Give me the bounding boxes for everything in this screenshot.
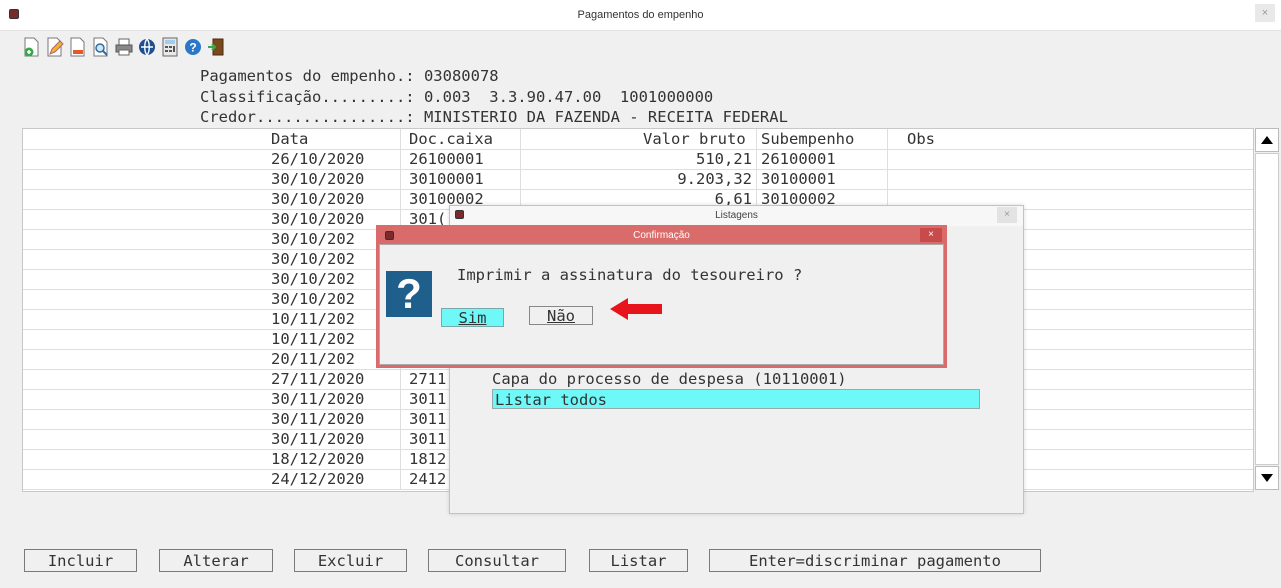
confirmation-close-button[interactable]: ×: [920, 228, 942, 242]
cell-data: 30/10/202: [271, 250, 355, 268]
consultar-button[interactable]: Consultar: [428, 549, 566, 572]
scroll-down-arrow-icon[interactable]: [1255, 466, 1279, 490]
confirmation-question: Imprimir a assinatura do tesoureiro ?: [457, 266, 803, 284]
excluir-label: Excluir: [317, 552, 384, 570]
cell-data: 20/11/202: [271, 350, 355, 368]
empenho-value: 03080078: [423, 67, 499, 85]
yes-button-label: Sim: [458, 309, 487, 327]
classificacao-line: Classificação.........: 0.003 3.3.90.47.…: [200, 88, 713, 106]
cell-valor-bruto: 510,21: [696, 150, 752, 168]
cell-data: 30/10/2020: [271, 210, 365, 228]
no-button-label: Não: [547, 307, 575, 325]
cell-doc-caixa: 2412: [409, 470, 447, 488]
toolbar: ?: [22, 36, 226, 62]
column-header-obs: Obs: [907, 130, 935, 148]
cell-doc-caixa: 3011: [409, 410, 447, 428]
table-row[interactable]: 26/10/2020 26100001 510,21 26100001: [23, 149, 1253, 170]
consultar-label: Consultar: [455, 552, 539, 570]
cell-doc-caixa: 3011: [409, 390, 447, 408]
column-header-doc-caixa: Doc.caixa: [409, 130, 493, 148]
confirmation-title-bar: Confirmação ×: [379, 228, 944, 244]
cell-data: 30/11/2020: [271, 430, 365, 448]
search-document-icon[interactable]: [91, 36, 111, 58]
vertical-scrollbar[interactable]: [1254, 128, 1280, 490]
help-icon[interactable]: ?: [183, 36, 203, 58]
scroll-up-arrow-icon[interactable]: [1255, 128, 1279, 152]
cell-data: 30/10/202: [271, 270, 355, 288]
excluir-button[interactable]: Excluir: [294, 549, 407, 572]
listagens-item-capa[interactable]: Capa do processo de despesa (10110001): [492, 369, 847, 389]
globe-icon[interactable]: [137, 36, 157, 58]
cell-data: 18/12/2020: [271, 450, 365, 468]
edit-document-icon[interactable]: [45, 36, 65, 58]
exit-door-icon[interactable]: [206, 36, 226, 58]
window-title-bar: Pagamentos do empenho ×: [0, 0, 1281, 31]
window-title: Pagamentos do empenho: [577, 9, 704, 21]
svg-text:?: ?: [189, 41, 196, 55]
scroll-track[interactable]: [1255, 153, 1279, 465]
cell-data: 30/10/202: [271, 290, 355, 308]
classificacao-label: Classificação.........:: [200, 88, 424, 106]
cell-data: 30/11/2020: [271, 410, 365, 428]
yes-button[interactable]: Sim: [441, 308, 504, 327]
empenho-line: Pagamentos do empenho.: 03080078: [200, 67, 499, 85]
cell-subempenho: 26100001: [761, 150, 836, 168]
listar-label: Listar: [610, 552, 667, 570]
column-header-data: Data: [271, 130, 309, 148]
add-document-icon[interactable]: [22, 36, 42, 58]
cell-data: 30/10/2020: [271, 170, 365, 188]
alterar-label: Alterar: [183, 552, 249, 570]
discriminar-label: Enter=discriminar pagamento: [749, 552, 1001, 570]
empenho-label: Pagamentos do empenho.:: [200, 67, 424, 85]
discriminar-pagamento-button[interactable]: Enter=discriminar pagamento: [709, 549, 1041, 572]
table-row[interactable]: 30/10/2020 30100001 9.203,32 30100001: [23, 169, 1253, 190]
cell-subempenho: 30100001: [761, 170, 836, 188]
delete-document-icon[interactable]: [68, 36, 88, 58]
cell-doc-caixa: 26100001: [409, 150, 484, 168]
confirmation-title: Confirmação: [633, 230, 690, 241]
cell-data: 24/12/2020: [271, 470, 365, 488]
column-header-subempenho: Subempenho: [761, 130, 855, 148]
question-icon: ?: [386, 270, 432, 317]
cell-doc-caixa: 1812: [409, 450, 447, 468]
printer-icon[interactable]: [114, 36, 134, 58]
column-header-valor-bruto: Valor bruto: [643, 130, 746, 148]
cell-valor-bruto: 9.203,32: [677, 170, 752, 188]
cell-data: 30/10/202: [271, 230, 355, 248]
cell-doc-caixa: 3011: [409, 430, 447, 448]
listagens-title: Listagens: [715, 210, 758, 221]
table-header-row: Data Doc.caixa Valor bruto Subempenho Ob…: [23, 129, 1253, 150]
cell-data: 10/11/202: [271, 330, 355, 348]
cell-data: 30/11/2020: [271, 390, 365, 408]
listagens-title-bar: Listagens ×: [450, 206, 1023, 226]
cell-data: 26/10/2020: [271, 150, 365, 168]
cell-doc-caixa: 30100001: [409, 170, 484, 188]
incluir-label: Incluir: [47, 552, 114, 570]
cell-data: 10/11/202: [271, 310, 355, 328]
listagens-close-button[interactable]: ×: [997, 207, 1017, 223]
red-arrow-icon: [610, 298, 662, 320]
credor-line: Credor................: MINISTERIO DA FA…: [200, 108, 788, 126]
listar-button[interactable]: Listar: [589, 549, 688, 572]
credor-value: MINISTERIO DA FAZENDA - RECEITA FEDERAL: [423, 108, 788, 126]
cell-data: 27/11/2020: [271, 370, 365, 388]
listagens-item-listar-todos[interactable]: Listar todos: [492, 389, 980, 409]
credor-label: Credor................:: [200, 108, 424, 126]
incluir-button[interactable]: Incluir: [24, 549, 137, 572]
no-button[interactable]: Não: [529, 306, 593, 325]
window-close-button[interactable]: ×: [1255, 4, 1275, 22]
calculator-icon[interactable]: [160, 36, 180, 58]
alterar-button[interactable]: Alterar: [159, 549, 273, 572]
classificacao-value: 0.003 3.3.90.47.00 1001000000: [423, 88, 714, 106]
cell-doc-caixa: 2711: [409, 370, 447, 388]
cell-data: 30/10/2020: [271, 190, 365, 208]
